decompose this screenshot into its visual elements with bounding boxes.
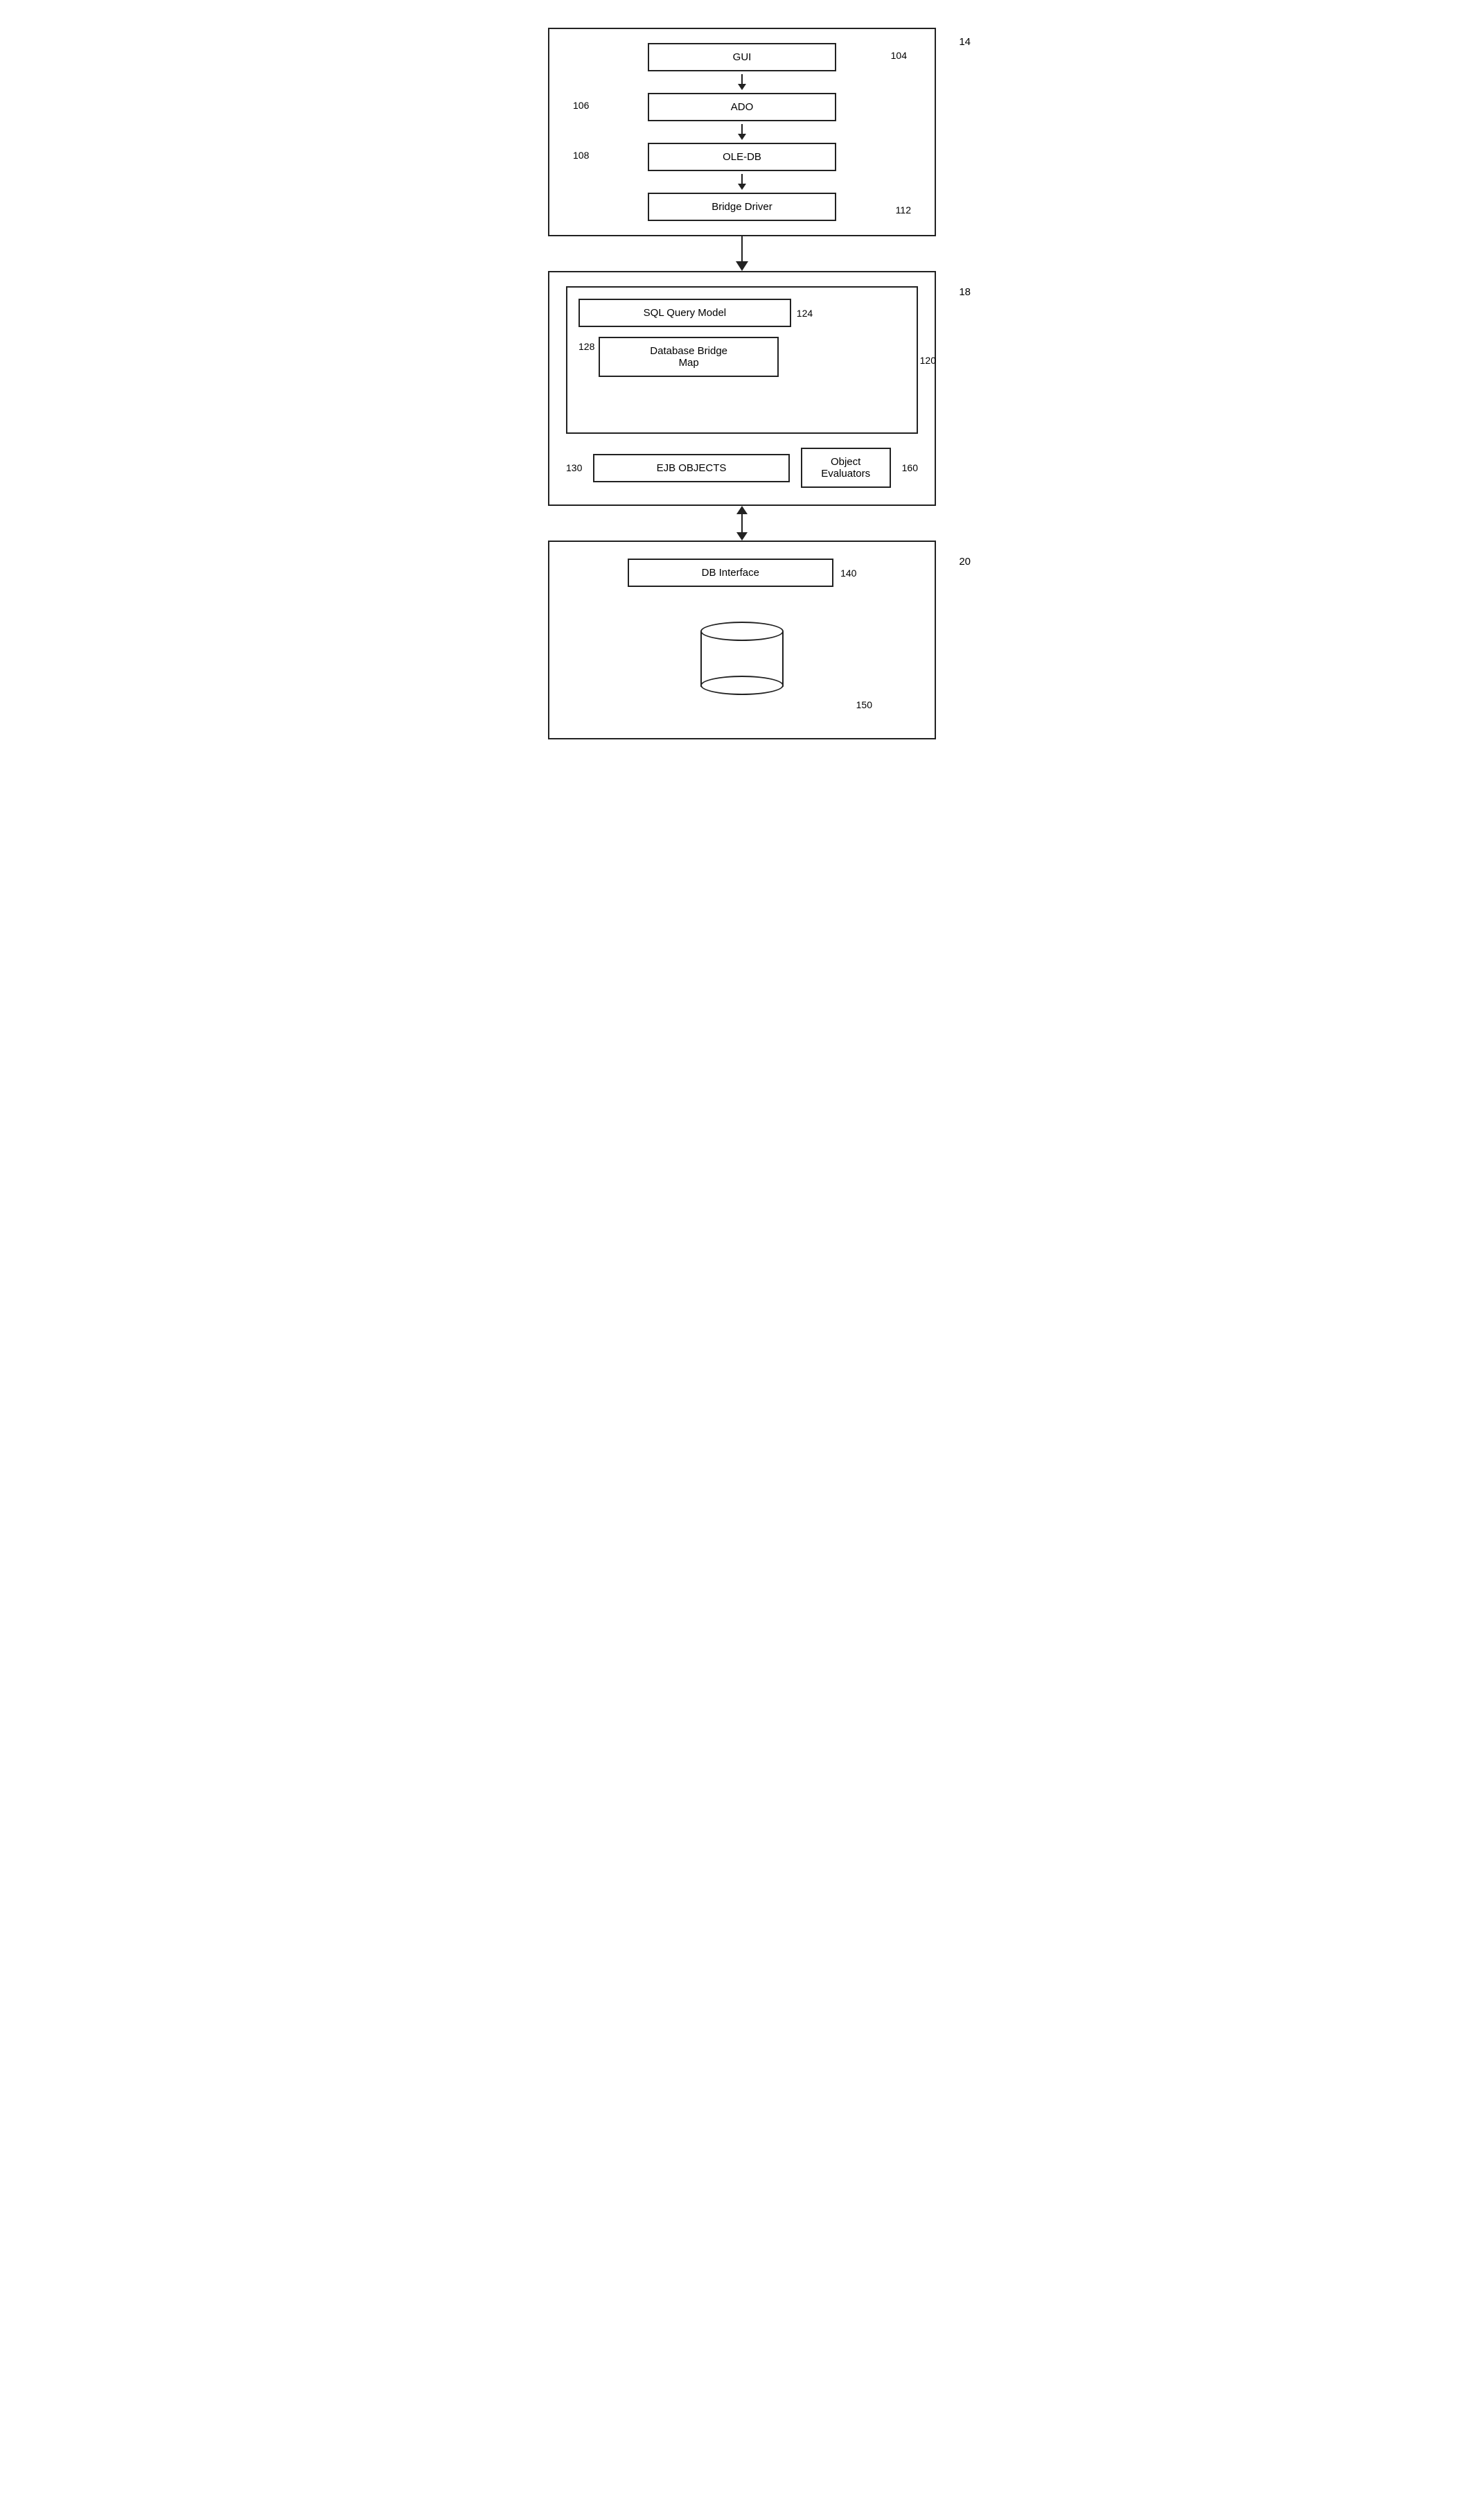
ref-106: 106 [573,100,589,111]
oledb-box: OLE-DB [648,143,837,171]
bidir-arrow-18-20 [736,506,748,541]
oledb-row: 108 OLE-DB [570,143,914,171]
arrow-head [738,134,746,140]
ref-20: 20 [959,556,971,568]
ref-140: 140 [840,568,856,579]
arrow-ado-oledb [738,124,746,140]
ref-150: 150 [856,699,872,710]
ref-128: 128 [578,341,594,352]
object-evaluators-box: Object Evaluators [801,448,891,488]
ref-14: 14 [959,36,971,48]
ref-120: 120 [920,355,936,366]
bottom-row-18: 130 EJB OBJECTS Object Evaluators 160 [566,448,918,488]
ado-row: 106 ADO [570,93,914,121]
ref-124: 124 [797,308,813,319]
diagram-container: 14 GUI 104 106 ADO [548,28,936,739]
ref-108: 108 [573,150,589,161]
ref-130: 130 [566,462,582,473]
box-14-outer: 14 GUI 104 106 ADO [548,28,936,236]
db-bridge-map-box: Database Bridge Map [599,337,779,377]
spacer [578,377,906,419]
arrow-gui-ado [738,74,746,90]
sql-query-model-box: SQL Query Model [578,299,791,327]
sql-row: SQL Query Model 124 [578,299,906,327]
database-cylinder-container: 150 [570,608,914,710]
arrow-head [736,261,748,271]
bridge-driver-box: Bridge Driver [648,193,837,221]
ref-160: 160 [902,462,918,473]
arrow-line [741,174,743,184]
cylinder-top [700,622,784,641]
ref-104: 104 [891,50,907,61]
ejb-objects-box: EJB OBJECTS [593,454,789,482]
box-20-outer: 20 DB Interface 140 150 [548,541,936,739]
cylinder-bottom [700,676,784,695]
arrow-shaft [741,236,743,261]
box-120-inner: 120 SQL Query Model 124 128 Database Bri… [566,286,918,434]
arrow-top-head [736,506,748,514]
gui-row: GUI 104 [570,43,914,71]
db-interface-row: DB Interface 140 [570,559,914,587]
arrow-bot-head [736,532,748,541]
box-14-inner-column: GUI 104 106 ADO 108 [570,43,914,221]
arrow-line [741,514,743,532]
database-cylinder [700,622,784,687]
ref-18: 18 [959,286,971,298]
bridge-driver-row: Bridge Driver 112 [570,193,914,221]
arrow-head [738,84,746,90]
db-interface-box: DB Interface [628,559,834,587]
arrow-head [738,184,746,190]
arrow-line [741,74,743,84]
box-18-outer: 18 120 SQL Query Model 124 128 Database … [548,271,936,506]
db-bridge-row: 128 Database Bridge Map [578,337,906,377]
ado-box: ADO [648,93,837,121]
gui-box: GUI [648,43,837,71]
ref-112: 112 [896,204,911,216]
arrow-14-to-18 [736,236,748,271]
arrow-oledb-bridge [738,174,746,190]
arrow-line [741,124,743,134]
